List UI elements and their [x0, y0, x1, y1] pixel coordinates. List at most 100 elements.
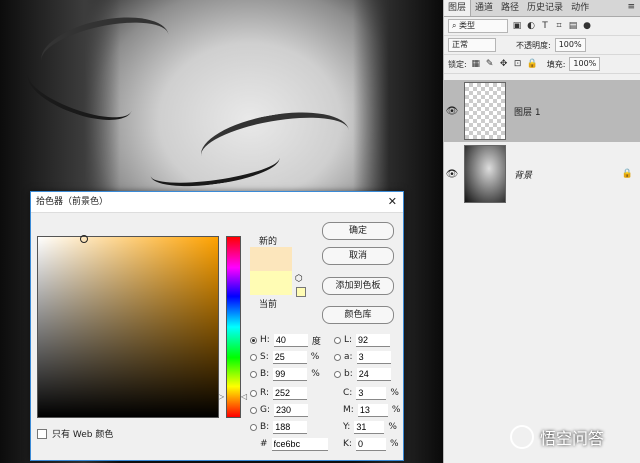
web-only-checkbox-row[interactable]: 只有 Web 颜色 — [37, 427, 113, 440]
lock-move-icon[interactable]: ✥ — [499, 59, 509, 69]
brightness-radio[interactable] — [250, 370, 257, 378]
tab-layers[interactable]: 图层 — [444, 0, 472, 16]
tab-actions[interactable]: 动作 — [567, 0, 593, 16]
yellow-key: Y: — [343, 422, 351, 432]
layer-row-background[interactable]: 👁 背景 🔒 — [444, 143, 640, 205]
opacity-field[interactable]: 100% — [554, 38, 586, 52]
tab-paths[interactable]: 路径 — [497, 0, 523, 16]
lock-row: 锁定: ▦ ✎ ✥ ⊡ 🔒 填充: 100% — [444, 55, 640, 74]
hue-key: H: — [260, 335, 270, 345]
hex-key: # — [260, 439, 268, 449]
blend-row: 正常 不透明度: 100% — [444, 36, 640, 55]
filter-row: ⌕ 类型 ▣ ◐ T ⌗ ▤ ● — [444, 17, 640, 36]
yellow-input[interactable] — [354, 420, 385, 434]
lab-b-key: b: — [344, 369, 353, 379]
hue-slider[interactable] — [226, 236, 241, 418]
visibility-eye-icon[interactable]: 👁 — [444, 169, 460, 180]
hue-slider-handle-left[interactable]: ▷ — [218, 392, 224, 401]
watermark-text: 悟空问答 — [540, 429, 605, 448]
layers-panel: 图层 通道 路径 历史记录 动作 ≡ ⌕ 类型 ▣ ◐ T ⌗ ▤ ● 正常 不… — [443, 0, 640, 463]
panel-tabs: 图层 通道 路径 历史记录 动作 ≡ — [444, 0, 640, 17]
pixel-filter-icon[interactable]: ▣ — [512, 21, 522, 31]
panel-menu-icon[interactable]: ≡ — [627, 2, 635, 12]
gamut-cube-icon[interactable]: ⬡ — [295, 274, 303, 284]
layer-lock-icon: 🔒 — [621, 169, 633, 179]
dialog-title: 拾色器（前景色） — [36, 197, 109, 207]
blend-mode-dropdown[interactable]: 正常 — [448, 38, 496, 52]
cancel-button[interactable]: 取消 — [322, 247, 394, 265]
fill-field[interactable]: 100% — [569, 57, 601, 71]
red-radio[interactable] — [250, 389, 257, 397]
blue-row: B: — [250, 420, 308, 434]
green-key: G: — [260, 405, 271, 415]
layer-name: 背景 — [514, 170, 533, 181]
lab-l-radio[interactable] — [334, 336, 341, 344]
new-color-label: 新的 — [259, 237, 278, 247]
red-input[interactable] — [273, 386, 308, 400]
adjust-filter-icon[interactable]: ◐ — [526, 21, 536, 31]
lab-a-row: a: — [334, 350, 391, 364]
current-color-swatch[interactable] — [250, 271, 292, 295]
layer-name: 图层 1 — [514, 107, 541, 118]
lock-all-icon[interactable]: 🔒 — [527, 59, 538, 69]
tab-channels[interactable]: 通道 — [471, 0, 497, 16]
lab-b-radio[interactable] — [334, 370, 341, 378]
cyan-row: C: % — [343, 386, 399, 400]
lock-transparent-icon[interactable]: ▦ — [471, 59, 481, 69]
color-libraries-button[interactable]: 颜色库 — [322, 306, 394, 324]
green-input[interactable] — [274, 403, 309, 417]
cyan-key: C: — [343, 388, 353, 398]
color-field[interactable] — [37, 235, 219, 418]
watermark-logo-icon — [510, 425, 534, 449]
visibility-eye-icon[interactable]: 👁 — [444, 106, 460, 117]
lock-artboard-icon[interactable]: ⊡ — [513, 59, 523, 69]
saturation-radio[interactable] — [250, 353, 257, 361]
hue-slider-handle-right[interactable]: ◁ — [241, 392, 247, 401]
type-filter-icon[interactable]: T — [540, 21, 550, 31]
web-only-checkbox[interactable] — [37, 428, 47, 439]
layer-row-layer1[interactable]: 👁 图层 1 — [444, 80, 640, 142]
lab-l-input[interactable] — [356, 333, 391, 347]
hue-input[interactable] — [273, 333, 308, 347]
lab-a-input[interactable] — [356, 350, 391, 364]
lab-l-row: L: — [334, 333, 391, 347]
saturation-input[interactable] — [272, 350, 307, 364]
blue-key: B: — [260, 422, 270, 432]
cyan-unit: % — [390, 388, 399, 398]
green-radio[interactable] — [250, 406, 257, 414]
new-color-swatch — [250, 247, 292, 271]
red-key: R: — [260, 388, 270, 398]
cyan-input[interactable] — [356, 386, 387, 400]
web-only-label: 只有 Web 颜色 — [52, 430, 114, 440]
blue-input[interactable] — [273, 420, 308, 434]
layer-thumbnail — [464, 145, 506, 203]
brightness-unit: % — [311, 369, 320, 379]
filter-toggle-icon[interactable]: ● — [582, 21, 592, 31]
ok-button[interactable]: 确定 — [322, 222, 394, 240]
filter-kind-dropdown[interactable]: ⌕ 类型 — [448, 19, 508, 33]
brightness-input[interactable] — [273, 367, 308, 381]
filter-kind-label: 类型 — [459, 21, 476, 30]
close-icon[interactable]: ✕ — [388, 192, 397, 212]
yellow-row: Y: % — [343, 420, 397, 434]
add-to-swatches-button[interactable]: 添加到色板 — [322, 277, 394, 295]
hue-radio[interactable] — [250, 336, 257, 344]
lab-b-input[interactable] — [356, 367, 391, 381]
black-key: K: — [343, 439, 352, 449]
shape-filter-icon[interactable]: ⌗ — [554, 21, 564, 31]
smart-filter-icon[interactable]: ▤ — [568, 21, 578, 31]
lock-paint-icon[interactable]: ✎ — [485, 59, 495, 69]
red-row: R: — [250, 386, 308, 400]
tab-history[interactable]: 历史记录 — [523, 0, 567, 16]
hex-input[interactable] — [271, 437, 328, 451]
lab-a-radio[interactable] — [334, 353, 341, 361]
lab-b-row: b: — [334, 367, 391, 381]
web-safe-swatch[interactable] — [296, 287, 306, 297]
magenta-key: M: — [343, 405, 354, 415]
fill-label: 填充: — [546, 59, 566, 69]
hue-row: H: 度 — [250, 333, 321, 347]
color-field-picker[interactable] — [80, 235, 88, 243]
black-input[interactable] — [355, 437, 386, 451]
magenta-input[interactable] — [357, 403, 388, 417]
blue-radio[interactable] — [250, 423, 257, 431]
